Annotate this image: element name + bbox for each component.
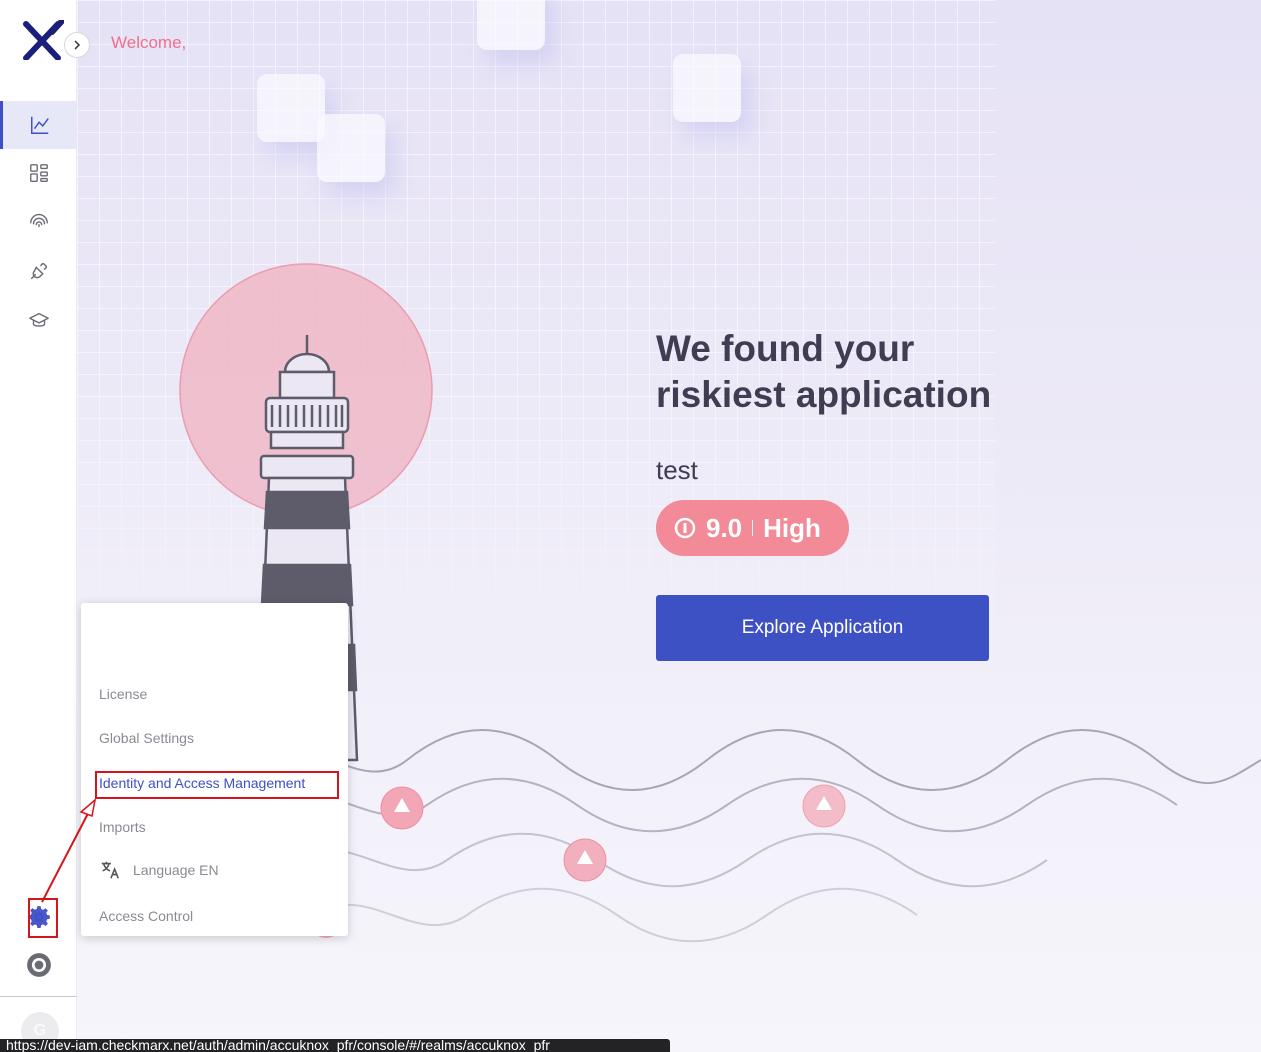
sidebar-item-applications[interactable]: [0, 149, 77, 197]
checkmarx-logo[interactable]: [22, 20, 64, 60]
expand-sidebar-button[interactable]: [64, 32, 90, 58]
sidebar-divider: [0, 996, 77, 997]
settings-menu: License Global Settings Identity and Acc…: [81, 603, 348, 936]
info-circle-icon: [674, 517, 696, 539]
risk-separator: [752, 520, 754, 536]
riskiest-app-name[interactable]: test: [656, 455, 698, 486]
explore-application-button[interactable]: Explore Application: [656, 595, 989, 661]
dashboard-grid-icon: [29, 164, 48, 182]
sidebar: G: [0, 0, 77, 1052]
sidebar-item-help[interactable]: [0, 941, 77, 989]
chart-line-icon: [31, 116, 49, 134]
menu-item-imports[interactable]: Imports: [99, 819, 146, 835]
menu-item-language[interactable]: Language EN: [99, 859, 219, 881]
risk-badge: 9.0 High: [656, 500, 849, 556]
hero-title: We found your riskiest application: [656, 328, 992, 415]
status-bar-url: https://dev-iam.checkmarx.net/auth/admin…: [0, 1039, 670, 1052]
chevron-right-icon: [74, 40, 81, 50]
risk-score: 9.0: [706, 512, 743, 543]
sidebar-item-learning[interactable]: [0, 297, 77, 345]
graduation-cap-icon: [28, 312, 49, 327]
translate-icon: [101, 861, 119, 879]
sidebar-item-integrations[interactable]: [0, 247, 77, 295]
iam-highlight-box: [95, 771, 339, 799]
sidebar-item-dashboard[interactable]: [0, 101, 77, 149]
menu-item-global-settings[interactable]: Global Settings: [99, 730, 194, 746]
language-label: Language EN: [133, 862, 219, 878]
help-icon: [26, 953, 51, 977]
plug-icon: [30, 262, 47, 280]
sidebar-item-scans[interactable]: [0, 197, 77, 245]
settings-highlight-box: [28, 898, 58, 938]
menu-item-license[interactable]: License: [99, 686, 147, 702]
fingerprint-icon: [29, 213, 48, 228]
risk-level: High: [763, 512, 821, 543]
menu-item-access-control[interactable]: Access Control: [99, 908, 193, 924]
